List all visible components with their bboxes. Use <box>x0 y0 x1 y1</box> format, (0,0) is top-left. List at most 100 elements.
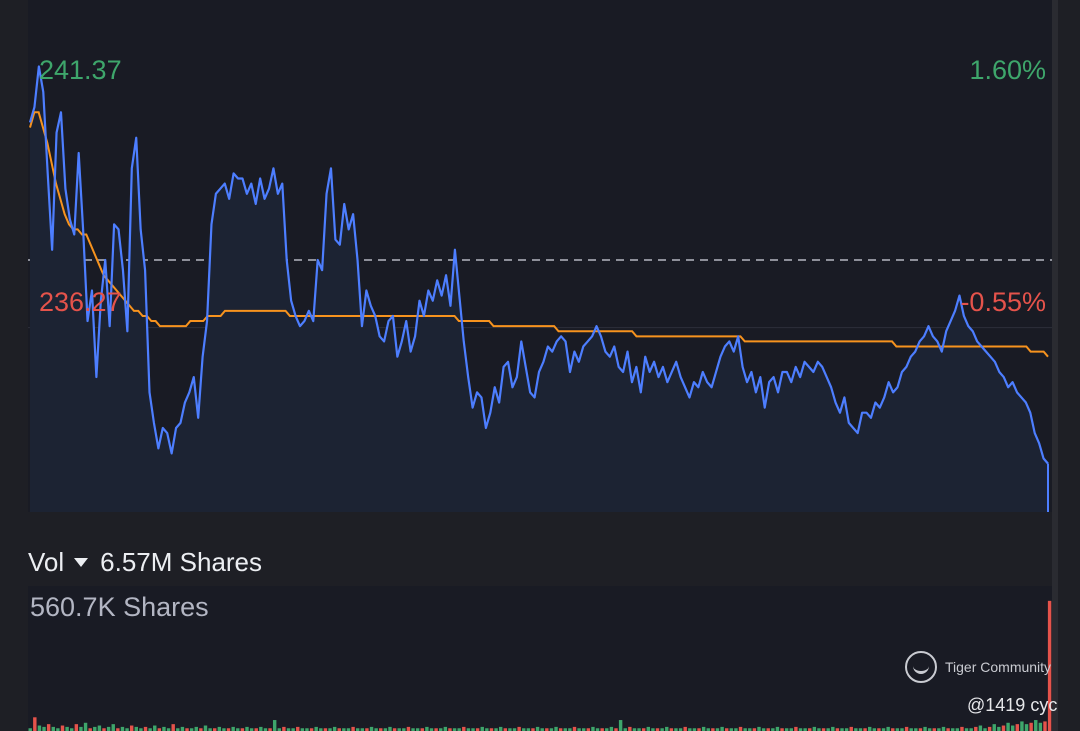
volume-bar <box>867 726 872 731</box>
volume-bar <box>992 724 996 731</box>
volume-bar <box>46 724 51 731</box>
volume-bar <box>904 726 909 731</box>
volume-bar <box>259 726 263 731</box>
volume-bar <box>997 726 1001 731</box>
volume-bar <box>1038 722 1043 731</box>
volume-bar <box>517 726 521 731</box>
volume-bar <box>618 720 623 731</box>
volume-bar <box>886 726 890 731</box>
volume-bar <box>1024 724 1029 731</box>
volume-bar <box>33 717 37 731</box>
volume-bar <box>143 726 148 731</box>
volume-bar <box>203 725 208 731</box>
volume-bar <box>351 726 355 731</box>
volume-bar <box>1043 721 1047 731</box>
volume-bar <box>51 726 55 731</box>
volume-bar <box>849 726 853 731</box>
volume-bar <box>65 726 69 731</box>
volume-bar <box>406 726 411 731</box>
volume-bar <box>1001 725 1006 731</box>
volume-bar <box>923 726 927 731</box>
volume-bar <box>37 725 42 731</box>
volume-bar <box>272 720 277 731</box>
volume-bar <box>646 726 651 731</box>
tiger-logo-icon <box>905 651 937 683</box>
volume-bar <box>462 726 466 731</box>
watermark: Tiger Community <box>905 651 1051 683</box>
volume-bar <box>1034 720 1038 731</box>
caret-down-icon[interactable] <box>74 557 89 567</box>
volume-bar <box>443 726 448 731</box>
volume-bar <box>480 726 484 731</box>
y-max-label: 241.37 <box>39 55 122 85</box>
volume-bar <box>93 726 97 731</box>
price-area <box>30 66 1048 513</box>
volume-bar <box>314 726 318 731</box>
volume-bar <box>120 726 125 731</box>
volume-bar <box>194 726 198 731</box>
volume-total: 6.57M Shares <box>100 546 263 577</box>
volume-bar <box>665 726 669 731</box>
volume-bar <box>83 722 88 731</box>
volume-bar <box>97 725 102 731</box>
volume-bar <box>720 726 724 731</box>
volume-label: Vol <box>28 546 65 577</box>
volume-bar <box>231 726 235 731</box>
watermark-brand: Tiger Community <box>945 659 1052 675</box>
volume-bar <box>987 726 992 731</box>
volume-bar <box>425 726 429 731</box>
volume-bar <box>42 726 46 731</box>
volume-bar <box>960 726 964 731</box>
volume-bar <box>180 726 185 731</box>
volume-bar <box>738 726 743 731</box>
volume-bar <box>74 724 79 731</box>
volume-bar <box>701 726 706 731</box>
volume-bar <box>111 724 115 731</box>
volume-bar <box>282 726 286 731</box>
volume-bar <box>591 726 595 731</box>
volume-bar <box>388 726 392 731</box>
volume-bar <box>60 725 65 731</box>
volume-bar <box>628 726 632 731</box>
volume-bar <box>978 725 983 731</box>
volume-bar <box>106 726 111 731</box>
volume-bar <box>498 726 503 731</box>
volume-bar <box>1029 722 1033 731</box>
pct-min-label: -0.55% <box>960 287 1046 317</box>
volume-header[interactable]: Vol 6.57M Shares <box>28 546 263 577</box>
volume-bar <box>1015 724 1020 731</box>
user-tag: @1419 cyc <box>967 695 1058 715</box>
volume-bar <box>941 726 946 731</box>
price-chart <box>28 65 1052 513</box>
volume-bar <box>683 726 687 731</box>
volume-bar <box>153 725 157 731</box>
volume-bar <box>369 726 374 731</box>
volume-max-label: 560.7K Shares <box>30 592 209 622</box>
volume-bar <box>171 724 175 731</box>
volume-bar <box>831 726 835 731</box>
volume-bar <box>217 726 222 731</box>
price-chart-panel[interactable] <box>28 0 1052 513</box>
volume-bar <box>129 725 134 731</box>
volume-bar <box>79 726 83 731</box>
y-min-label: 236.27 <box>39 287 122 317</box>
volume-bar <box>572 726 577 731</box>
volume-bar <box>134 726 139 731</box>
volume-bar <box>1010 725 1015 731</box>
volume-bar <box>535 726 540 731</box>
volume-bar <box>609 726 614 731</box>
average-line <box>29 111 1049 358</box>
volume-bar <box>162 726 166 731</box>
volume-bar <box>554 726 558 731</box>
volume-bar <box>757 726 761 731</box>
volume-bar <box>245 726 249 731</box>
volume-bar <box>974 726 978 731</box>
pct-max-label: 1.60% <box>969 55 1046 85</box>
volume-bar <box>794 726 798 731</box>
scroll-strip <box>1052 0 1058 731</box>
volume-bar <box>1006 722 1010 731</box>
volume-bar <box>775 726 780 731</box>
volume-bar <box>1020 721 1024 731</box>
volume-bar <box>332 726 337 731</box>
volume-bar <box>812 726 817 731</box>
